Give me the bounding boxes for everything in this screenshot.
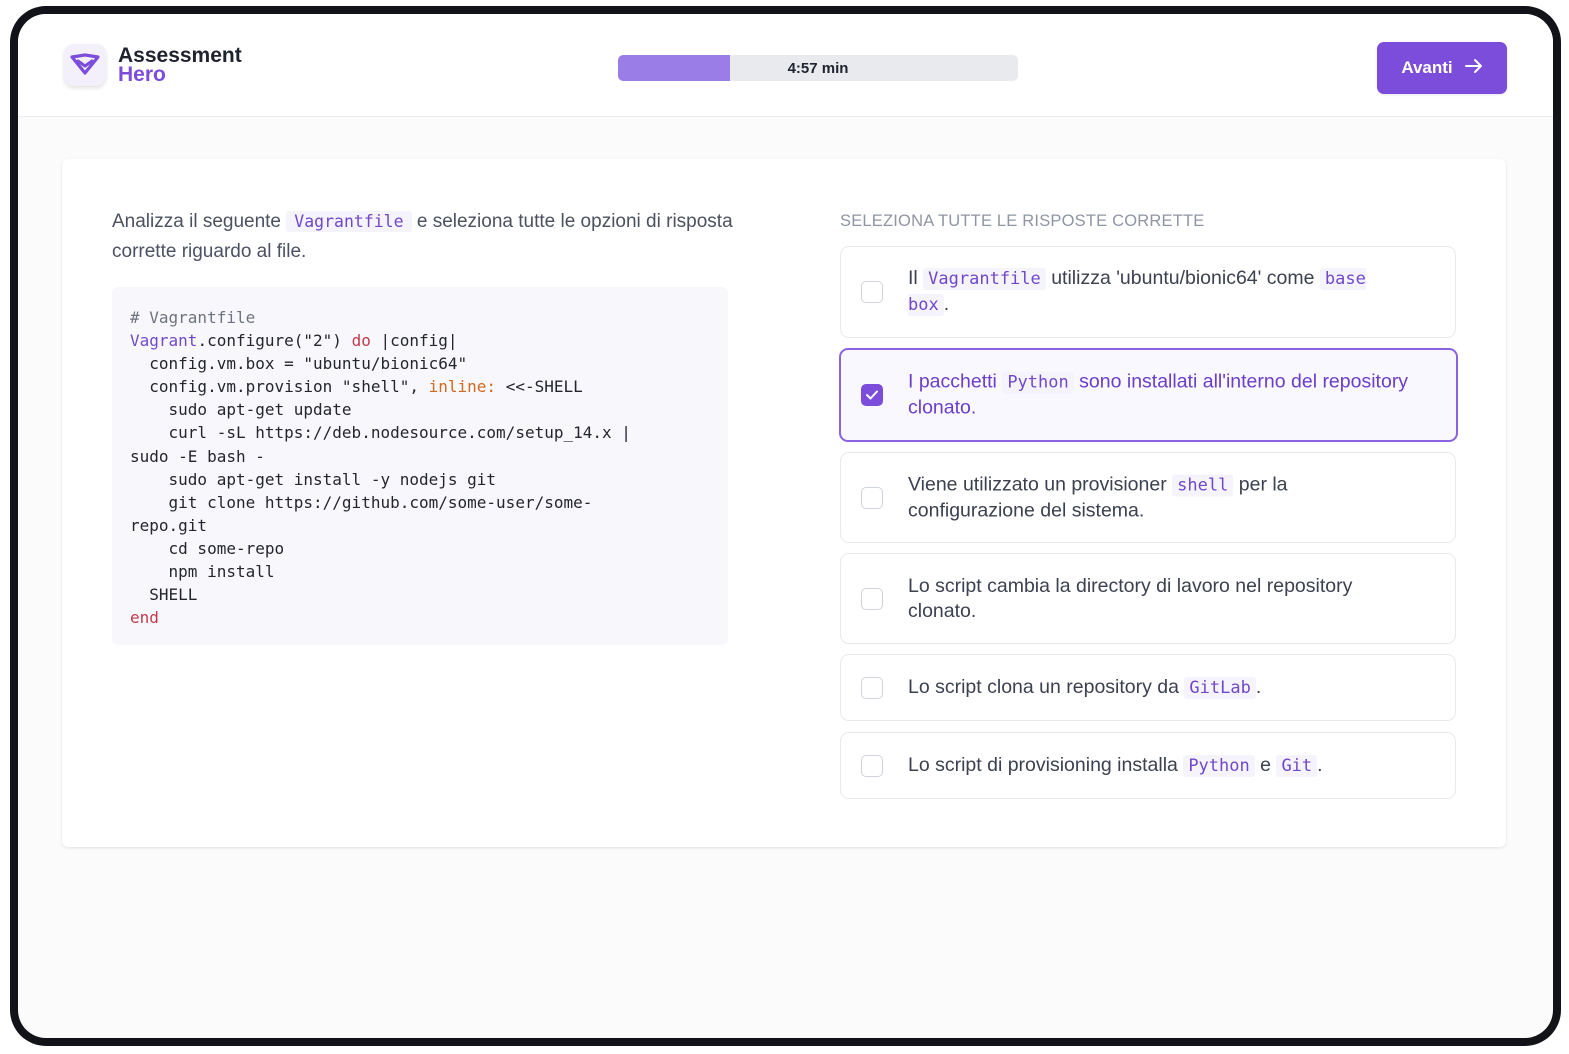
answer-option-6[interactable]: Lo script di provisioning installa Pytho…: [840, 732, 1456, 799]
answer-option-2[interactable]: I pacchetti Python sono installati all'i…: [839, 348, 1458, 442]
option-text: Viene utilizzato un provisioner shell pe…: [908, 472, 1415, 523]
option-inline-code: Python: [1183, 754, 1255, 777]
option-text: Il Vagrantfile utilizza 'ubuntu/bionic64…: [908, 266, 1415, 318]
checkbox[interactable]: [861, 676, 883, 699]
option-text-part: .: [1317, 753, 1323, 776]
top-bar: Assessment Hero 4:57 min Avanti: [18, 14, 1553, 117]
option-text-part: Lo script clona un repository da: [908, 675, 1179, 698]
timer-label: 4:57 min: [787, 59, 849, 77]
checkbox[interactable]: [861, 281, 883, 303]
answer-option-4[interactable]: Lo script cambia la directory di lavoro …: [840, 553, 1456, 644]
option-inline-code: Python: [1002, 371, 1074, 394]
option-text-part: .: [1255, 675, 1262, 698]
logo-title-line2: Hero: [118, 63, 166, 86]
checkbox[interactable]: [861, 754, 883, 777]
arrow-right-icon: [1464, 58, 1483, 79]
timer-progress-bar: 4:57 min: [618, 55, 1018, 81]
question-card: Analizza il seguente Vagrantfile e selez…: [62, 159, 1506, 847]
app-screen: Assessment Hero 4:57 min Avanti Analizza: [18, 14, 1553, 1038]
option-text: Lo script di provisioning installa Pytho…: [908, 753, 1415, 779]
option-text-part: Lo script cambia la directory di lavoro …: [908, 574, 1353, 622]
check-icon: [866, 390, 878, 400]
option-text: Lo script clona un repository da GitLab.: [908, 675, 1415, 701]
checkbox-checked[interactable]: [861, 384, 883, 406]
logo[interactable]: Assessment Hero: [64, 44, 242, 86]
option-text-part: I pacchetti: [908, 370, 997, 393]
question-text-before: Analizza il seguente: [112, 211, 281, 232]
option-inline-code: shell: [1172, 474, 1234, 496]
device-frame: Assessment Hero 4:57 min Avanti Analizza: [10, 6, 1561, 1046]
next-button-label: Avanti: [1401, 58, 1453, 77]
option-text-part: utilizza 'ubuntu/bionic64' come: [1051, 267, 1315, 289]
code-content: # Vagrantfile Vagrant.configure("2") do …: [130, 308, 631, 628]
heart-shield-icon: [64, 44, 106, 86]
option-inline-code: Vagrantfile: [923, 268, 1046, 290]
answers-heading: SELEZIONA TUTTE LE RISPOSTE CORRETTE: [840, 212, 1205, 230]
option-text: Lo script cambia la directory di lavoro …: [908, 574, 1415, 624]
answer-option-3[interactable]: Viene utilizzato un provisioner shell pe…: [840, 452, 1456, 543]
question-inline-code: Vagrantfile: [286, 211, 412, 232]
question-text: Analizza il seguente Vagrantfile e selez…: [112, 207, 742, 267]
option-text: I pacchetti Python sono installati all'i…: [908, 370, 1416, 421]
option-text-part: Lo script di provisioning installa: [908, 753, 1178, 776]
option-inline-code: Git: [1276, 754, 1318, 777]
option-text-part: Viene utilizzato un provisioner: [908, 473, 1167, 495]
checkbox[interactable]: [861, 587, 883, 610]
answer-option-1[interactable]: Il Vagrantfile utilizza 'ubuntu/bionic64…: [840, 246, 1456, 338]
next-button[interactable]: Avanti: [1377, 42, 1507, 94]
code-block: # Vagrantfile Vagrant.configure("2") do …: [112, 287, 728, 645]
answer-option-5[interactable]: Lo script clona un repository da GitLab.: [840, 654, 1456, 721]
checkbox[interactable]: [861, 486, 883, 509]
option-text-part: Il: [908, 267, 918, 289]
option-text-part: .: [943, 293, 950, 315]
option-inline-code: GitLab: [1184, 676, 1256, 699]
option-text-part: e: [1260, 753, 1272, 776]
